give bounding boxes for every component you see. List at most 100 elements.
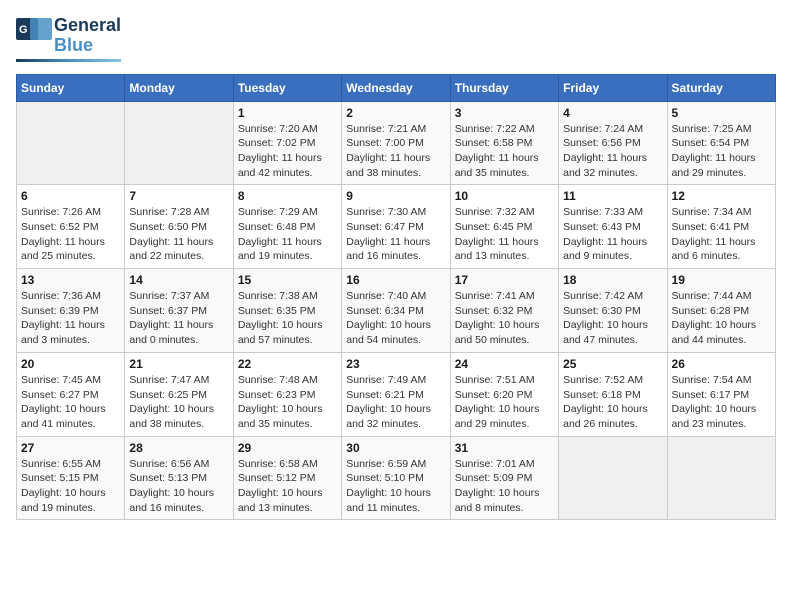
calendar-cell: 26 Sunrise: 7:54 AMSunset: 6:17 PMDayligh…: [667, 352, 775, 436]
calendar-cell: 31Sunrise: 7:01 AMSunset: 5:09 PMDayligh…: [450, 436, 558, 520]
weekday-header-tuesday: Tuesday: [233, 74, 341, 101]
day-detail: Sunrise: 7:34 AMSunset: 6:41 PMDaylight:…: [672, 205, 771, 264]
day-detail: Sunrise: 7:45 AMSunset: 6:27 PMDaylight:…: [21, 373, 120, 432]
day-detail: Sunrise: 7:40 AMSunset: 6:34 PMDaylight:…: [346, 289, 445, 348]
weekday-header-monday: Monday: [125, 74, 233, 101]
calendar-cell: 24Sunrise: 7:51 AMSunset: 6:20 PMDayligh…: [450, 352, 558, 436]
day-detail: Sunrise: 7:38 AMSunset: 6:35 PMDaylight:…: [238, 289, 337, 348]
day-number: 30: [346, 441, 445, 455]
calendar-cell: 12 Sunrise: 7:34 AMSunset: 6:41 PMDayligh…: [667, 185, 775, 269]
day-number: 25: [563, 357, 662, 371]
calendar-week-1: 1 Sunrise: 7:20 AMSunset: 7:02 PMDaylight…: [17, 101, 776, 185]
weekday-header-saturday: Saturday: [667, 74, 775, 101]
calendar-cell: 15 Sunrise: 7:38 AMSunset: 6:35 PMDayligh…: [233, 269, 341, 353]
weekday-header-friday: Friday: [559, 74, 667, 101]
calendar-cell: [17, 101, 125, 185]
day-detail: Sunrise: 7:49 AMSunset: 6:21 PMDaylight:…: [346, 373, 445, 432]
day-number: 12: [672, 189, 771, 203]
calendar-cell: [125, 101, 233, 185]
calendar-week-2: 6 Sunrise: 7:26 AMSunset: 6:52 PMDaylight…: [17, 185, 776, 269]
calendar-cell: 6 Sunrise: 7:26 AMSunset: 6:52 PMDaylight…: [17, 185, 125, 269]
day-number: 4: [563, 106, 662, 120]
calendar-week-5: 27 Sunrise: 6:55 AMSunset: 5:15 PMDayligh…: [17, 436, 776, 520]
calendar-cell: 8 Sunrise: 7:29 AMSunset: 6:48 PMDaylight…: [233, 185, 341, 269]
calendar-cell: [559, 436, 667, 520]
calendar-cell: 20 Sunrise: 7:45 AMSunset: 6:27 PMDayligh…: [17, 352, 125, 436]
calendar-table: SundayMondayTuesdayWednesdayThursdayFrid…: [16, 74, 776, 521]
day-number: 7: [129, 189, 228, 203]
day-detail: Sunrise: 7:20 AMSunset: 7:02 PMDaylight:…: [238, 122, 337, 181]
day-number: 11: [563, 189, 662, 203]
calendar-cell: 2 Sunrise: 7:21 AMSunset: 7:00 PMDaylight…: [342, 101, 450, 185]
day-detail: Sunrise: 7:29 AMSunset: 6:48 PMDaylight:…: [238, 205, 337, 264]
calendar-cell: 21 Sunrise: 7:47 AMSunset: 6:25 PMDayligh…: [125, 352, 233, 436]
day-detail: Sunrise: 7:32 AMSunset: 6:45 PMDaylight:…: [455, 205, 554, 264]
day-number: 17: [455, 273, 554, 287]
day-detail: Sunrise: 7:54 AMSunset: 6:17 PMDaylight:…: [672, 373, 771, 432]
weekday-header-thursday: Thursday: [450, 74, 558, 101]
day-number: 14: [129, 273, 228, 287]
weekday-header-sunday: Sunday: [17, 74, 125, 101]
day-detail: Sunrise: 7:41 AMSunset: 6:32 PMDaylight:…: [455, 289, 554, 348]
calendar-cell: 29 Sunrise: 6:58 AMSunset: 5:12 PMDayligh…: [233, 436, 341, 520]
day-number: 26: [672, 357, 771, 371]
calendar-cell: 11 Sunrise: 7:33 AMSunset: 6:43 PMDayligh…: [559, 185, 667, 269]
calendar-cell: 28Sunrise: 6:56 AMSunset: 5:13 PMDayligh…: [125, 436, 233, 520]
calendar-cell: 25 Sunrise: 7:52 AMSunset: 6:18 PMDayligh…: [559, 352, 667, 436]
calendar-cell: 16 Sunrise: 7:40 AMSunset: 6:34 PMDayligh…: [342, 269, 450, 353]
day-number: 19: [672, 273, 771, 287]
day-detail: Sunrise: 7:44 AMSunset: 6:28 PMDaylight:…: [672, 289, 771, 348]
calendar-cell: 14Sunrise: 7:37 AMSunset: 6:37 PMDayligh…: [125, 269, 233, 353]
calendar-cell: 7Sunrise: 7:28 AMSunset: 6:50 PMDaylight…: [125, 185, 233, 269]
day-detail: Sunrise: 7:42 AMSunset: 6:30 PMDaylight:…: [563, 289, 662, 348]
day-number: 1: [238, 106, 337, 120]
calendar-cell: [667, 436, 775, 520]
calendar-cell: 5Sunrise: 7:25 AMSunset: 6:54 PMDaylight…: [667, 101, 775, 185]
logo: G General Blue: [16, 16, 121, 62]
calendar-cell: 3Sunrise: 7:22 AMSunset: 6:58 PMDaylight…: [450, 101, 558, 185]
calendar-week-3: 13 Sunrise: 7:36 AMSunset: 6:39 PMDayligh…: [17, 269, 776, 353]
day-detail: Sunrise: 7:33 AMSunset: 6:43 PMDaylight:…: [563, 205, 662, 264]
day-detail: Sunrise: 7:36 AMSunset: 6:39 PMDaylight:…: [21, 289, 120, 348]
day-number: 15: [238, 273, 337, 287]
day-number: 13: [21, 273, 120, 287]
day-detail: Sunrise: 6:58 AMSunset: 5:12 PMDaylight:…: [238, 457, 337, 516]
day-number: 27: [21, 441, 120, 455]
day-detail: Sunrise: 7:48 AMSunset: 6:23 PMDaylight:…: [238, 373, 337, 432]
day-detail: Sunrise: 7:26 AMSunset: 6:52 PMDaylight:…: [21, 205, 120, 264]
day-detail: Sunrise: 7:47 AMSunset: 6:25 PMDaylight:…: [129, 373, 228, 432]
day-number: 20: [21, 357, 120, 371]
day-number: 9: [346, 189, 445, 203]
day-number: 24: [455, 357, 554, 371]
day-detail: Sunrise: 7:25 AMSunset: 6:54 PMDaylight:…: [672, 122, 771, 181]
calendar-week-4: 20 Sunrise: 7:45 AMSunset: 6:27 PMDayligh…: [17, 352, 776, 436]
day-number: 10: [455, 189, 554, 203]
calendar-cell: 13 Sunrise: 7:36 AMSunset: 6:39 PMDayligh…: [17, 269, 125, 353]
day-number: 6: [21, 189, 120, 203]
calendar-header: SundayMondayTuesdayWednesdayThursdayFrid…: [17, 74, 776, 101]
day-detail: Sunrise: 7:30 AMSunset: 6:47 PMDaylight:…: [346, 205, 445, 264]
calendar-cell: 10 Sunrise: 7:32 AMSunset: 6:45 PMDayligh…: [450, 185, 558, 269]
day-number: 22: [238, 357, 337, 371]
day-number: 21: [129, 357, 228, 371]
day-number: 2: [346, 106, 445, 120]
day-detail: Sunrise: 6:55 AMSunset: 5:15 PMDaylight:…: [21, 457, 120, 516]
day-number: 29: [238, 441, 337, 455]
weekday-header-wednesday: Wednesday: [342, 74, 450, 101]
day-detail: Sunrise: 7:24 AMSunset: 6:56 PMDaylight:…: [563, 122, 662, 181]
calendar-cell: 9 Sunrise: 7:30 AMSunset: 6:47 PMDaylight…: [342, 185, 450, 269]
calendar-cell: 1 Sunrise: 7:20 AMSunset: 7:02 PMDaylight…: [233, 101, 341, 185]
day-number: 18: [563, 273, 662, 287]
day-number: 3: [455, 106, 554, 120]
day-number: 16: [346, 273, 445, 287]
day-number: 31: [455, 441, 554, 455]
day-detail: Sunrise: 6:59 AMSunset: 5:10 PMDaylight:…: [346, 457, 445, 516]
page-header: G General Blue: [16, 16, 776, 62]
day-number: 23: [346, 357, 445, 371]
calendar-cell: 18 Sunrise: 7:42 AMSunset: 6:30 PMDayligh…: [559, 269, 667, 353]
day-number: 8: [238, 189, 337, 203]
day-detail: Sunrise: 7:52 AMSunset: 6:18 PMDaylight:…: [563, 373, 662, 432]
day-detail: Sunrise: 7:21 AMSunset: 7:00 PMDaylight:…: [346, 122, 445, 181]
calendar-cell: 22 Sunrise: 7:48 AMSunset: 6:23 PMDayligh…: [233, 352, 341, 436]
calendar-cell: 4 Sunrise: 7:24 AMSunset: 6:56 PMDaylight…: [559, 101, 667, 185]
